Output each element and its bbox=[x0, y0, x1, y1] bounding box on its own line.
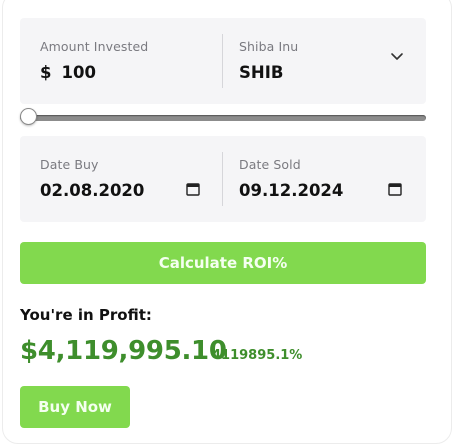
date-sold-label: Date Sold bbox=[239, 157, 301, 172]
dates-panel: Date Buy 02.08.2020 Date Sold 09.12.2024 bbox=[20, 136, 426, 222]
date-buy-label: Date Buy bbox=[40, 157, 99, 172]
coin-symbol-value: SHIB bbox=[239, 63, 284, 82]
date-buy-field[interactable]: Date Buy 02.08.2020 bbox=[20, 136, 222, 222]
amount-invested-value: 100 bbox=[61, 63, 96, 82]
calendar-icon[interactable] bbox=[186, 182, 200, 196]
date-sold-input[interactable]: 09.12.2024 bbox=[239, 181, 343, 200]
coin-select[interactable]: Shiba Inu SHIB bbox=[223, 18, 426, 104]
chevron-down-icon[interactable] bbox=[390, 51, 404, 61]
buy-now-button[interactable]: Buy Now bbox=[20, 386, 130, 428]
investment-slider-thumb[interactable] bbox=[20, 108, 37, 125]
investment-panel: Amount Invested $100 Shiba Inu SHIB bbox=[20, 18, 426, 104]
coin-name-label: Shiba Inu bbox=[239, 39, 299, 54]
amount-invested-label: Amount Invested bbox=[40, 39, 149, 54]
currency-symbol: $ bbox=[40, 63, 52, 82]
amount-invested-input[interactable]: $100 bbox=[40, 63, 96, 82]
profit-status-label: You're in Profit: bbox=[20, 306, 152, 324]
date-sold-field[interactable]: Date Sold 09.12.2024 bbox=[223, 136, 426, 222]
profit-percent: 4119895.1% bbox=[212, 348, 303, 363]
amount-invested-field[interactable]: Amount Invested $100 bbox=[20, 18, 222, 104]
date-buy-input[interactable]: 02.08.2020 bbox=[40, 181, 144, 200]
calendar-icon[interactable] bbox=[388, 182, 402, 196]
calculate-roi-button[interactable]: Calculate ROI% bbox=[20, 242, 426, 284]
profit-amount: $4,119,995.10 bbox=[20, 336, 227, 366]
investment-slider-track[interactable] bbox=[20, 115, 426, 121]
